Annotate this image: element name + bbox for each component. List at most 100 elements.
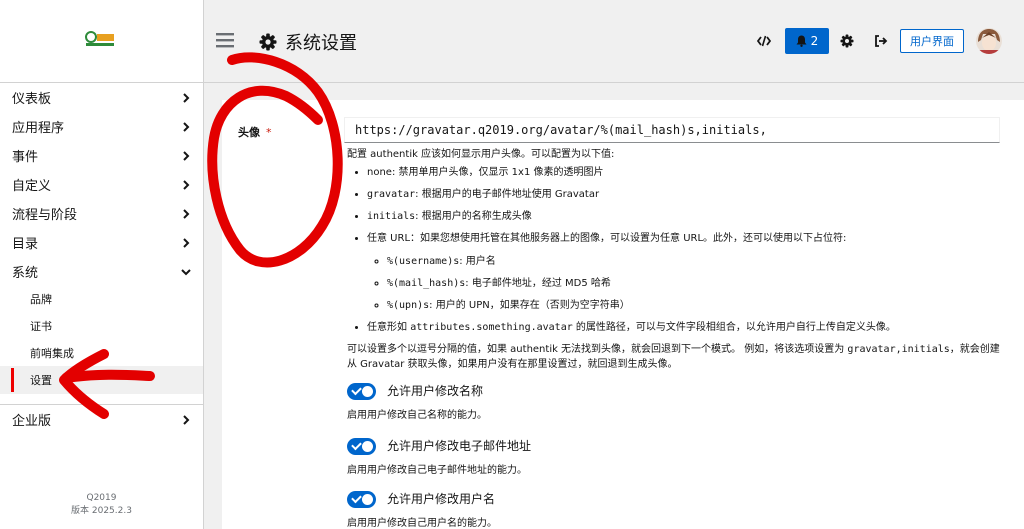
chevron-right-icon (183, 414, 190, 425)
help-text: : 用户名 (459, 256, 496, 267)
sidebar-item-label: 仪表板 (12, 92, 52, 107)
notifications-button[interactable]: 2 (785, 28, 829, 54)
help-multi-values: 可以设置多个以逗号分隔的值，如果 authentik 无法找到头像，就会回退到下… (347, 342, 1007, 372)
chevron-right-icon (183, 121, 190, 132)
sidebar-item-label: 目录 (12, 237, 39, 252)
placeholder-mail-hash: %(mail_hash)s: 电子邮件地址，经过 MD5 哈希 (387, 276, 1007, 291)
sidebar-subitem-outpost-integrations[interactable]: 前哨集成 (0, 339, 203, 367)
gear-icon[interactable] (840, 34, 854, 48)
help-option-url: 任意 URL：如果您想使用托管在其他服务器上的图像，可以设置为任意 URL。此外… (367, 231, 1007, 313)
user-interface-button[interactable]: 用户界面 (900, 29, 964, 53)
bell-icon (796, 35, 807, 47)
logo-icon[interactable] (84, 30, 116, 48)
help-code: %(upn)s (387, 300, 430, 311)
sidebar-footer: Q2019 版本 2025.2.3 (0, 492, 203, 518)
avatar[interactable] (976, 28, 1002, 54)
chevron-down-icon (181, 268, 191, 275)
settings-form-card: 头像 * 配置 authentik 应该如何显示用户头像。可以配置为以下值: no… (222, 100, 1024, 529)
help-code: gravatar (367, 189, 416, 200)
sidebar-subitem-label: 证书 (30, 320, 52, 333)
gear-icon (259, 33, 277, 51)
help-text: 可以设置多个以逗号分隔的值，如果 authentik 无法找到头像，就会回退到下… (347, 344, 848, 355)
chevron-right-icon (183, 179, 190, 190)
toggle-help: 启用用户修改自己电子邮件地址的能力。 (347, 465, 527, 476)
toggle-help: 启用用户修改自己用户名的能力。 (347, 518, 497, 529)
chevron-right-icon (183, 92, 190, 103)
chevron-right-icon (183, 237, 190, 248)
change-name-toggle[interactable] (347, 383, 376, 400)
footer-brand: Q2019 (86, 493, 117, 503)
toggle-knob (362, 441, 373, 452)
avatar-label-text: 头像 (238, 126, 260, 139)
help-text: 的属性路径，可以与文件字段相组合，以允许用户自行上传自定义头像。 (572, 322, 896, 333)
chevron-right-icon (183, 150, 190, 161)
sidebar-item-dashboard[interactable]: 仪表板 (0, 83, 203, 112)
code-icon[interactable] (757, 34, 771, 48)
sidebar-subitem-settings[interactable]: 设置 (0, 366, 203, 394)
sidebar-item-label: 系统 (12, 266, 39, 281)
sidebar: 仪表板 应用程序 事件 自定义 流程与阶段 目录 系统 品牌 证书 前哨集成 设… (0, 0, 204, 529)
footer-version: 版本 2025.2.3 (71, 506, 132, 516)
avatar-field-label: 头像 * (238, 124, 272, 140)
sidebar-item-system[interactable]: 系统 (0, 257, 203, 286)
help-options-list: none: 禁用单用户头像，仅显示 1x1 像素的透明图片 gravatar: … (347, 165, 1007, 335)
help-text: : 根据用户的电子邮件地址使用 Gravatar (415, 189, 600, 200)
sidebar-subitem-label: 设置 (30, 374, 52, 387)
page-title-group: 系统设置 (259, 29, 357, 55)
placeholder-username: %(username)s: 用户名 (387, 254, 1007, 269)
hamburger-menu-icon[interactable] (216, 32, 234, 48)
sign-out-icon[interactable] (874, 34, 888, 48)
sidebar-item-label: 流程与阶段 (12, 208, 78, 223)
check-icon (351, 492, 362, 504)
sidebar-item-label: 事件 (12, 150, 39, 165)
avatar-image (976, 28, 1002, 54)
change-email-toggle[interactable] (347, 438, 376, 455)
help-option-gravatar: gravatar: 根据用户的电子邮件地址使用 Gravatar (367, 187, 1007, 202)
toggle-knob (362, 386, 373, 397)
toggle-label: 允许用户修改用户名 (387, 492, 496, 506)
toggle-label: 允许用户修改电子邮件地址 (387, 439, 532, 453)
page-header: 系统设置 2 用户界面 (204, 0, 1024, 83)
help-option-none: none: 禁用单用户头像，仅显示 1x1 像素的透明图片 (367, 165, 1007, 180)
help-option-attribute: 任意形如 attributes.something.avatar 的属性路径，可… (367, 320, 1007, 335)
sidebar-item-customization[interactable]: 自定义 (0, 170, 203, 199)
sidebar-subitem-label: 前哨集成 (30, 347, 74, 360)
sidebar-item-flows-stages[interactable]: 流程与阶段 (0, 199, 203, 228)
sidebar-subitem-certificates[interactable]: 证书 (0, 312, 203, 340)
required-mark: * (266, 126, 272, 139)
sidebar-subitem-label: 品牌 (30, 293, 52, 306)
sidebar-item-label: 应用程序 (12, 121, 65, 136)
toggle-knob (362, 494, 373, 505)
avatar-input[interactable] (344, 117, 1000, 143)
help-text: 任意 URL：如果您想使用托管在其他服务器上的图像，可以设置为任意 URL。此外… (367, 233, 847, 244)
sidebar-item-enterprise[interactable]: 企业版 (0, 404, 203, 434)
help-code: %(username)s (387, 256, 460, 267)
toggle-label: 允许用户修改名称 (387, 384, 484, 398)
change-username-toggle[interactable] (347, 491, 376, 508)
help-text: 任意形如 (367, 322, 411, 333)
sidebar-item-directory[interactable]: 目录 (0, 228, 203, 257)
sidebar-item-events[interactable]: 事件 (0, 141, 203, 170)
help-code: %(mail_hash)s (387, 278, 466, 289)
help-text: : 根据用户的名称生成头像 (415, 211, 532, 222)
check-icon (351, 439, 362, 451)
chevron-right-icon (183, 208, 190, 219)
avatar-help-text: 配置 authentik 应该如何显示用户头像。可以配置为以下值: none: … (347, 147, 1007, 372)
help-text: : 电子邮件地址，经过 MD5 哈希 (465, 278, 611, 289)
check-icon (351, 384, 362, 396)
help-code: initials (367, 211, 416, 222)
sidebar-item-applications[interactable]: 应用程序 (0, 112, 203, 141)
toggle-help: 启用用户修改自己名称的能力。 (347, 410, 487, 421)
help-intro: 配置 authentik 应该如何显示用户头像。可以配置为以下值: (347, 149, 615, 160)
sidebar-subitem-brands[interactable]: 品牌 (0, 285, 203, 313)
placeholder-list: %(username)s: 用户名 %(mail_hash)s: 电子邮件地址，… (367, 254, 1007, 313)
help-option-initials: initials: 根据用户的名称生成头像 (367, 209, 1007, 224)
placeholder-upn: %(upn)s: 用户的 UPN，如果存在（否则为空字符串） (387, 298, 1007, 313)
help-code: gravatar,initials (847, 344, 950, 355)
sidebar-item-label: 企业版 (12, 414, 52, 429)
notification-count: 2 (810, 34, 819, 48)
page-title: 系统设置 (285, 33, 357, 54)
help-text: : 用户的 UPN，如果存在（否则为空字符串） (429, 300, 630, 311)
sidebar-item-label: 自定义 (12, 179, 52, 194)
help-code: attributes.something.avatar (410, 322, 573, 333)
